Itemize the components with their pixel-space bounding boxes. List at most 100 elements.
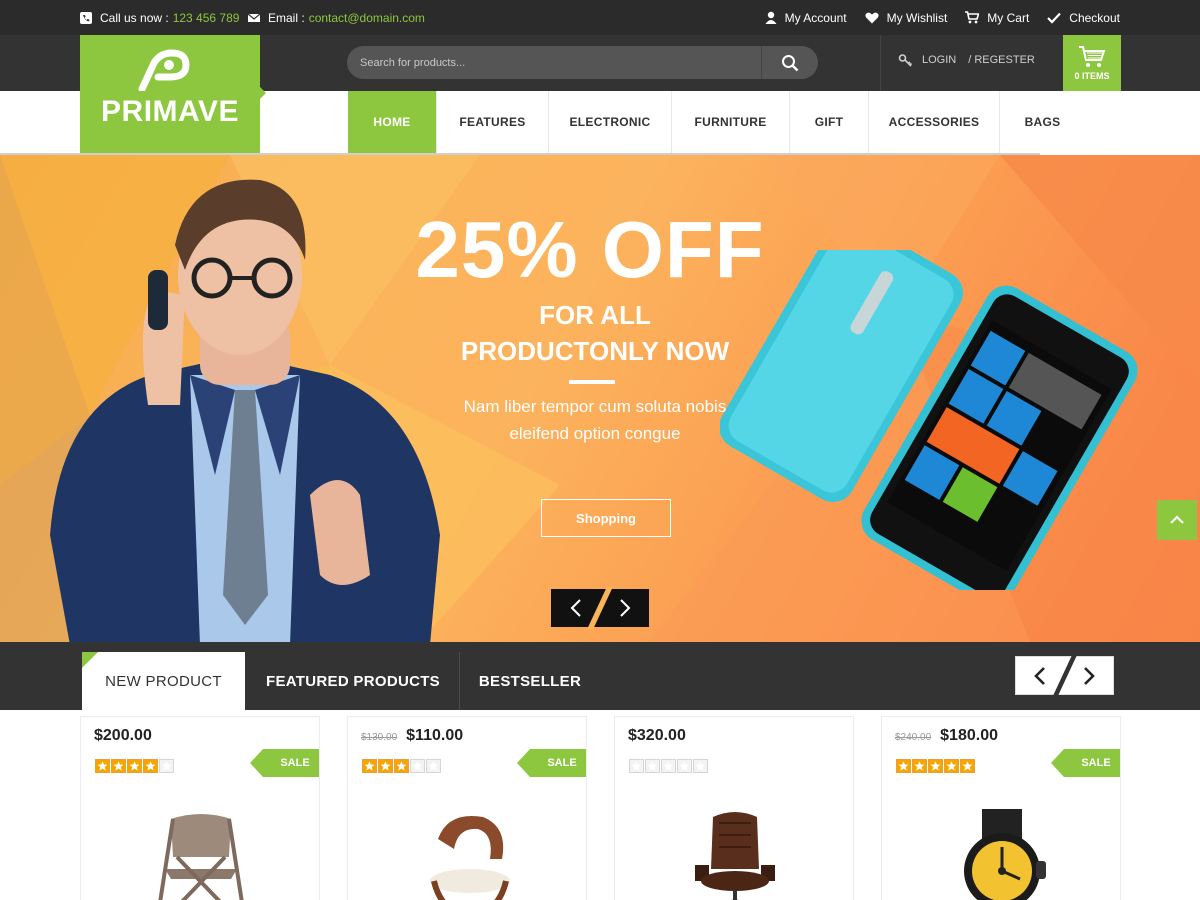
logo-text: PRIMAVE xyxy=(101,95,239,128)
tab-bestseller[interactable]: BESTSELLER xyxy=(470,652,590,710)
chevron-right-icon xyxy=(1083,666,1095,685)
hero-divider xyxy=(569,380,615,384)
search-button[interactable] xyxy=(761,46,818,79)
sale-badge: SALE xyxy=(517,749,586,777)
nav-accessories[interactable]: ACCESSORIES xyxy=(869,91,1000,153)
product-price: $320.00 xyxy=(628,727,686,744)
nav-bags[interactable]: BAGS xyxy=(1000,91,1085,153)
star-filled-icon xyxy=(960,759,975,773)
account-links: My Account My Wishlist My Cart Checkout xyxy=(765,0,1120,35)
star-empty-icon xyxy=(677,759,692,773)
chevron-right-icon xyxy=(619,599,630,617)
star-empty-icon xyxy=(159,759,174,773)
product-card[interactable]: $200.00 SALE xyxy=(80,716,320,900)
my-account-link[interactable]: My Account xyxy=(765,11,847,25)
hero-subheadline: FOR ALL PRODUCTONLY NOW xyxy=(390,297,800,369)
my-wishlist-label: My Wishlist xyxy=(886,10,948,25)
price-row: $200.00 xyxy=(94,727,152,745)
price-row: $240.00 $180.00 xyxy=(895,727,998,745)
chevron-left-icon xyxy=(1034,666,1046,685)
shopping-button[interactable]: Shopping xyxy=(541,499,671,537)
product-price: $200.00 xyxy=(94,727,152,744)
hero-body-text: Nam liber tempor cum soluta nobis eleife… xyxy=(463,397,727,443)
my-account-label: My Account xyxy=(784,10,847,25)
shopping-cart-icon xyxy=(1079,46,1106,67)
envelope-icon xyxy=(247,12,261,24)
site-logo[interactable]: PRIMAVE xyxy=(80,35,266,153)
product-carousel-nav xyxy=(1015,654,1114,699)
hero-subline-2: PRODUCTONLY NOW xyxy=(460,336,730,366)
star-filled-icon xyxy=(928,759,943,773)
star-empty-icon xyxy=(629,759,644,773)
scroll-top-button[interactable] xyxy=(1157,500,1197,540)
tab-divider xyxy=(459,652,460,710)
nav-gift[interactable]: GIFT xyxy=(790,91,869,153)
product-card[interactable]: $130.00 $110.00 SALE xyxy=(347,716,587,900)
email-value[interactable]: contact@domain.com xyxy=(309,11,425,25)
tab-new-product[interactable]: NEW PRODUCT xyxy=(82,652,245,710)
register-link[interactable]: / REGESTER xyxy=(968,54,1035,66)
star-filled-icon xyxy=(896,759,911,773)
star-empty-icon xyxy=(645,759,660,773)
checkout-link[interactable]: Checkout xyxy=(1047,11,1120,25)
wooden-chair-image xyxy=(430,815,510,900)
folding-chair-image xyxy=(158,814,244,900)
my-cart-label: My Cart xyxy=(987,10,1030,25)
product-card[interactable]: $320.00 xyxy=(614,716,854,900)
tab-featured-products[interactable]: FEATURED PRODUCTS xyxy=(255,652,451,710)
star-empty-icon xyxy=(661,759,676,773)
rating-stars xyxy=(629,759,708,773)
user-icon xyxy=(765,11,777,24)
product-price: $110.00 xyxy=(406,727,464,744)
price-row: $320.00 xyxy=(628,727,686,745)
star-empty-icon xyxy=(426,759,441,773)
phone-value[interactable]: 123 456 789 xyxy=(173,11,240,25)
search-input[interactable] xyxy=(347,46,761,79)
main-nav: HOME FEATURES ELECTRONIC FURNITURE GIFT … xyxy=(348,91,1085,153)
star-empty-icon xyxy=(693,759,708,773)
product-old-price: $240.00 xyxy=(895,732,932,743)
star-filled-icon xyxy=(378,759,393,773)
check-icon xyxy=(1047,12,1062,24)
hero-slider-nav xyxy=(551,587,649,629)
phone-icon xyxy=(80,11,92,24)
my-cart-link[interactable]: My Cart xyxy=(965,11,1029,25)
product-grid: $200.00 SALE $130.00 $110.00 SALE $320.0… xyxy=(80,716,1121,900)
star-filled-icon xyxy=(111,759,126,773)
logo-mark-icon xyxy=(138,49,190,91)
phone-contact: Call us now : 123 456 789 xyxy=(80,0,239,35)
email-label: Email : xyxy=(268,10,305,25)
email-contact: Email : contact@domain.com xyxy=(247,0,425,35)
star-filled-icon xyxy=(394,759,409,773)
nav-furniture[interactable]: FURNITURE xyxy=(672,91,790,153)
hero-headline: 25% OFF xyxy=(415,205,765,294)
cart-button[interactable]: 0 ITEMS xyxy=(1063,35,1121,91)
product-card[interactable]: $240.00 $180.00 SALE xyxy=(881,716,1121,900)
search-icon xyxy=(782,54,799,71)
wrist-watch-image xyxy=(964,809,1046,900)
nav-features[interactable]: FEATURES xyxy=(437,91,549,153)
rating-stars xyxy=(362,759,441,773)
rating-stars xyxy=(896,759,975,773)
hero-subline-1: FOR ALL xyxy=(539,300,651,330)
star-filled-icon xyxy=(127,759,142,773)
key-icon xyxy=(898,54,913,67)
phone-label: Call us now : xyxy=(100,10,169,25)
star-filled-icon xyxy=(944,759,959,773)
my-wishlist-link[interactable]: My Wishlist xyxy=(865,10,948,25)
login-link[interactable]: LOGIN xyxy=(922,54,956,66)
cart-icon xyxy=(965,11,980,24)
heart-icon xyxy=(865,12,879,23)
nav-home[interactable]: HOME xyxy=(348,91,437,153)
nav-electronic[interactable]: ELECTRONIC xyxy=(549,91,672,153)
checkout-label: Checkout xyxy=(1069,10,1120,25)
office-chair-image xyxy=(695,812,775,900)
cart-count: 0 ITEMS xyxy=(1074,71,1110,81)
header-divider xyxy=(880,35,881,91)
star-empty-icon xyxy=(410,759,425,773)
rating-stars xyxy=(95,759,174,773)
price-row: $130.00 $110.00 xyxy=(361,727,463,745)
chevron-left-icon xyxy=(570,599,581,617)
star-filled-icon xyxy=(362,759,377,773)
search-bar xyxy=(347,46,818,79)
